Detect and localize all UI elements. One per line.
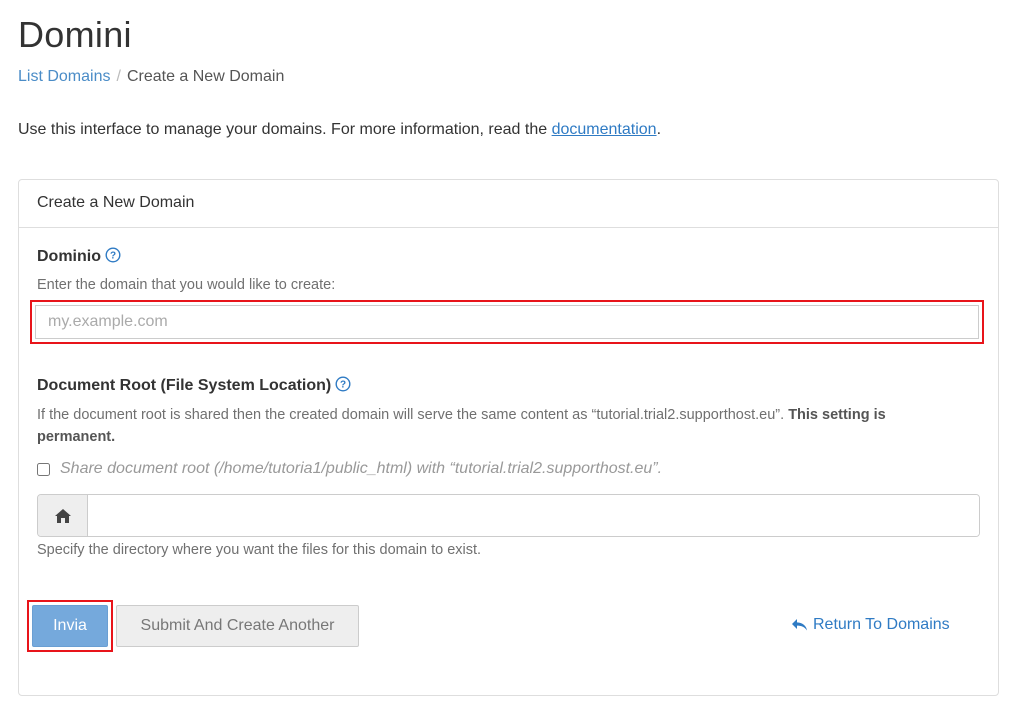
create-domain-panel: Create a New Domain Dominio ? Enter the … xyxy=(18,179,999,696)
home-icon xyxy=(54,508,71,523)
domain-input-highlight xyxy=(30,300,984,344)
breadcrumb: List Domains / Create a New Domain xyxy=(18,68,284,86)
domain-input[interactable] xyxy=(35,305,979,339)
docroot-input[interactable] xyxy=(88,495,979,536)
breadcrumb-separator: / xyxy=(116,68,121,85)
documentation-link[interactable]: documentation xyxy=(552,121,657,138)
page-title: Domini xyxy=(18,14,132,55)
submit-highlight: Invia xyxy=(27,600,113,652)
domain-help: Enter the domain that you would like to … xyxy=(37,277,336,293)
reply-arrow-icon xyxy=(792,619,807,631)
home-icon-addon xyxy=(38,495,88,536)
share-docroot-label: Share document root (/home/tutoria1/publ… xyxy=(60,460,663,477)
return-to-domains-label: Return To Domains xyxy=(813,616,950,633)
docroot-label-text: Document Root (File System Location) xyxy=(37,377,332,394)
intro-text: Use this interface to manage your domain… xyxy=(18,121,661,139)
help-icon[interactable]: ? xyxy=(105,247,121,268)
svg-text:?: ? xyxy=(110,251,116,262)
docroot-help: If the document root is shared then the … xyxy=(37,404,957,448)
intro-text-end: . xyxy=(656,121,662,138)
panel-heading: Create a New Domain xyxy=(19,180,998,228)
domain-label-text: Dominio xyxy=(37,248,101,265)
svg-text:?: ? xyxy=(340,380,346,391)
submit-and-create-another-button[interactable]: Submit And Create Another xyxy=(116,605,359,647)
return-to-domains-link[interactable]: Return To Domains xyxy=(791,616,950,634)
docroot-specify-help: Specify the directory where you want the… xyxy=(37,542,482,558)
breadcrumb-list-domains[interactable]: List Domains xyxy=(18,68,110,85)
docroot-help-text: If the document root is shared then the … xyxy=(37,407,789,423)
domain-label: Dominio ? xyxy=(37,247,121,268)
submit-button[interactable]: Invia xyxy=(32,605,108,647)
share-docroot-row[interactable]: Share document root (/home/tutoria1/publ… xyxy=(37,460,662,478)
docroot-label: Document Root (File System Location) ? xyxy=(37,376,351,397)
help-icon[interactable]: ? xyxy=(335,376,351,397)
docroot-input-group xyxy=(37,494,980,537)
intro-text-body: Use this interface to manage your domain… xyxy=(18,121,552,138)
breadcrumb-current: Create a New Domain xyxy=(126,68,285,85)
share-docroot-checkbox[interactable] xyxy=(37,462,50,476)
